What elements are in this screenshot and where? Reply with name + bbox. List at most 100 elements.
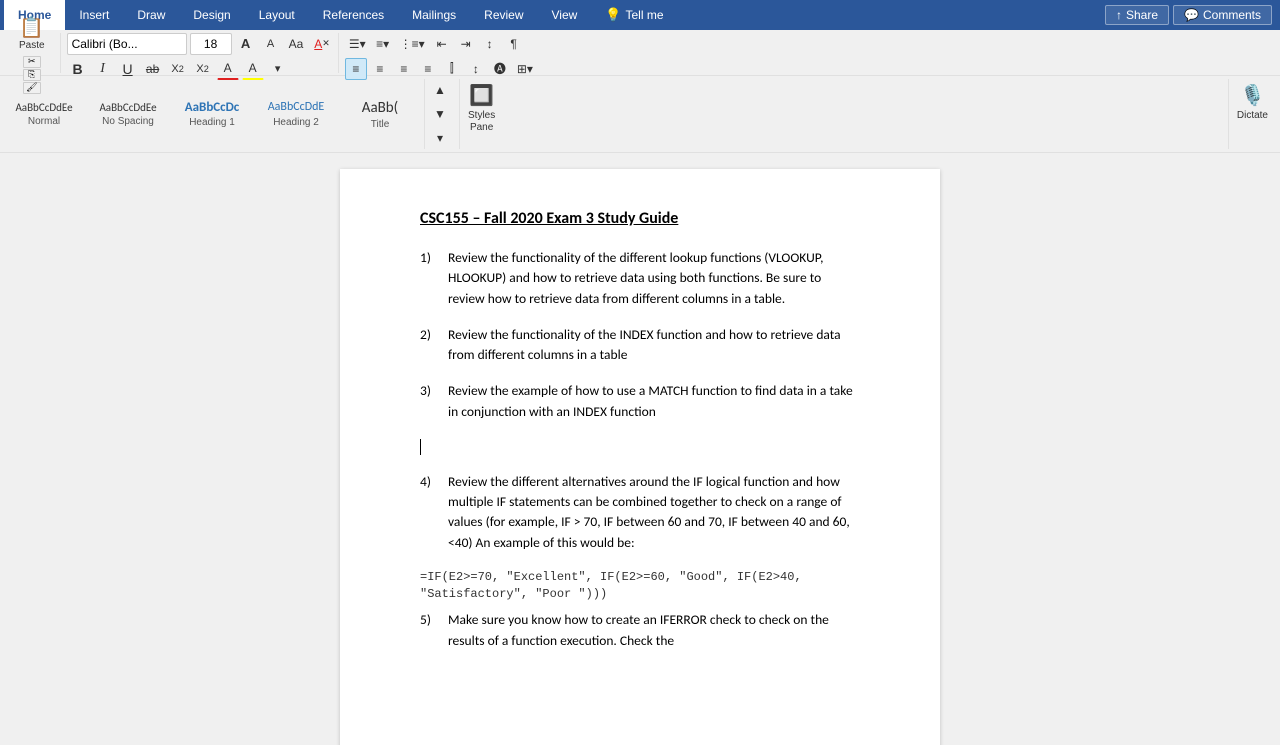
strikethrough-button[interactable]: ab (142, 58, 164, 80)
list-num-4: 4) (420, 472, 444, 553)
list-num-5: 5) (420, 610, 444, 651)
dictate-label: Dictate (1237, 110, 1268, 122)
italic-button[interactable]: I (92, 58, 114, 80)
style-title-label: Title (371, 119, 390, 130)
font-shrink-button[interactable]: A (260, 33, 282, 55)
cursor-line (420, 438, 860, 456)
change-case-button[interactable]: Aa (285, 33, 308, 55)
list-item: 4) Review the different alternatives aro… (420, 472, 860, 553)
style-heading1-label: Heading 1 (189, 117, 235, 128)
ribbon-tab-row: Home Insert Draw Design Layout Reference… (0, 0, 1280, 30)
justify-button[interactable]: ≡ (417, 58, 439, 80)
font-family-select[interactable] (67, 33, 187, 55)
highlight-button[interactable]: A (242, 58, 264, 80)
style-no-spacing-preview: AaBbCcDdEe (99, 101, 156, 114)
text-cursor (420, 439, 421, 455)
styles-row: AaBbCcDdEe Normal AaBbCcDdEe No Spacing … (0, 76, 1280, 153)
style-heading2-label: Heading 2 (273, 117, 319, 128)
tab-draw[interactable]: Draw (123, 0, 179, 30)
style-heading1-preview: AaBbCcDc (185, 100, 240, 116)
font-color-button[interactable]: A (217, 58, 239, 80)
sort-button[interactable]: ↕ (479, 33, 501, 55)
list-text-4: Review the different alternatives around… (448, 472, 860, 553)
style-title[interactable]: AaBb( Title (340, 79, 420, 149)
list-text-5: Make sure you know how to create an IFER… (448, 610, 860, 651)
align-center-button[interactable]: ≡ (369, 58, 391, 80)
line-spacing-button[interactable]: ↕ (465, 58, 487, 80)
style-normal[interactable]: AaBbCcDdEe Normal (4, 79, 84, 149)
list-num-3: 3) (420, 381, 444, 422)
paste-button[interactable]: 📋 Paste (12, 12, 52, 54)
tab-view[interactable]: View (538, 0, 592, 30)
share-button[interactable]: ↑ Share (1105, 5, 1169, 25)
columns-button[interactable]: ⫿ (441, 58, 463, 80)
paste-group: 📋 Paste ✂ ⎘ 🖌 (4, 33, 61, 73)
font-grow-button[interactable]: A (235, 33, 257, 55)
numbering-button[interactable]: ≡▾ (372, 33, 394, 55)
decrease-indent-button[interactable]: ⇤ (431, 33, 453, 55)
tab-layout[interactable]: Layout (245, 0, 309, 30)
dictate-button[interactable]: 🎙️ Dictate (1228, 79, 1276, 149)
tab-insert[interactable]: Insert (65, 0, 123, 30)
shading-button[interactable]: 🅐 (489, 58, 511, 80)
toolbar-row1: 📋 Paste ✂ ⎘ 🖌 A A Aa A✕ B I U ab X2 X2 A… (0, 30, 1280, 76)
document-title: CSC155 – Fall 2020 Exam 3 Study Guide (420, 209, 860, 228)
tab-tell-me[interactable]: 💡 Tell me (591, 0, 677, 30)
style-no-spacing-label: No Spacing (102, 116, 154, 127)
document-page: CSC155 – Fall 2020 Exam 3 Study Guide 1)… (340, 169, 940, 745)
subscript-button[interactable]: X2 (167, 58, 189, 80)
tell-me-label: Tell me (626, 8, 664, 22)
bullets-button[interactable]: ☰▾ (345, 33, 370, 55)
styles-scroll-down[interactable]: ▼ (429, 103, 451, 125)
font-color-dropper[interactable]: ▾ (267, 58, 289, 80)
list-item: 5) Make sure you know how to create an I… (420, 610, 860, 651)
multilevel-list-button[interactable]: ⋮≡▾ (396, 33, 429, 55)
comment-icon: 💬 (1184, 8, 1199, 22)
share-icon: ↑ (1116, 8, 1122, 22)
superscript-button[interactable]: X2 (192, 58, 214, 80)
cut-button[interactable]: ✂ (23, 56, 41, 68)
styles-pane-label: StylesPane (468, 110, 495, 134)
style-heading2[interactable]: AaBbCcDdE Heading 2 (256, 79, 336, 149)
list-num-1: 1) (420, 248, 444, 309)
tab-review[interactable]: Review (470, 0, 537, 30)
style-heading1[interactable]: AaBbCcDc Heading 1 (172, 79, 252, 149)
comments-label: Comments (1203, 8, 1261, 22)
tab-mailings[interactable]: Mailings (398, 0, 470, 30)
style-title-preview: AaBb( (362, 99, 398, 117)
styles-pane-button[interactable]: 🔲 StylesPane (459, 79, 503, 149)
bold-button[interactable]: B (67, 58, 89, 80)
styles-more-group: ▲ ▼ ▾ (424, 79, 455, 149)
align-right-button[interactable]: ≡ (393, 58, 415, 80)
document-body[interactable]: 1) Review the functionality of the diffe… (420, 248, 860, 651)
borders-button[interactable]: ⊞▾ (513, 58, 537, 80)
align-left-button[interactable]: ≡ (345, 58, 367, 80)
styles-pane-icon: 🔲 (469, 83, 494, 108)
paragraph-group: ☰▾ ≡▾ ⋮≡▾ ⇤ ⇥ ↕ ¶ ≡ ≡ ≡ ≡ ⫿ ↕ 🅐 ⊞▾ (341, 33, 541, 73)
show-marks-button[interactable]: ¶ (503, 33, 525, 55)
font-group: A A Aa A✕ B I U ab X2 X2 A A ▾ (63, 33, 339, 73)
list-item: 1) Review the functionality of the diffe… (420, 248, 860, 309)
style-heading2-preview: AaBbCcDdE (268, 100, 325, 114)
tab-design[interactable]: Design (179, 0, 244, 30)
styles-more-button[interactable]: ▾ (429, 127, 451, 149)
style-no-spacing[interactable]: AaBbCcDdEe No Spacing (88, 79, 168, 149)
dictate-icon: 🎙️ (1240, 83, 1265, 108)
clear-format-button[interactable]: A✕ (310, 33, 334, 55)
list-text-2: Review the functionality of the INDEX fu… (448, 325, 860, 366)
increase-indent-button[interactable]: ⇥ (455, 33, 477, 55)
comments-button[interactable]: 💬 Comments (1173, 5, 1272, 25)
code-block: =IF(E2>=70, "Excellent", IF(E2>=60, "Goo… (420, 569, 860, 603)
font-size-select[interactable] (190, 33, 232, 55)
tab-references[interactable]: References (309, 0, 398, 30)
underline-button[interactable]: U (117, 58, 139, 80)
list-text-3: Review the example of how to use a MATCH… (448, 381, 860, 422)
list-text-1: Review the functionality of the differen… (448, 248, 860, 309)
list-num-2: 2) (420, 325, 444, 366)
share-label: Share (1126, 8, 1158, 22)
list-item: 3) Review the example of how to use a MA… (420, 381, 860, 422)
styles-scroll-up[interactable]: ▲ (429, 79, 451, 101)
style-normal-preview: AaBbCcDdEe (15, 101, 72, 114)
document-area: CSC155 – Fall 2020 Exam 3 Study Guide 1)… (0, 153, 1280, 745)
style-normal-label: Normal (28, 116, 60, 127)
